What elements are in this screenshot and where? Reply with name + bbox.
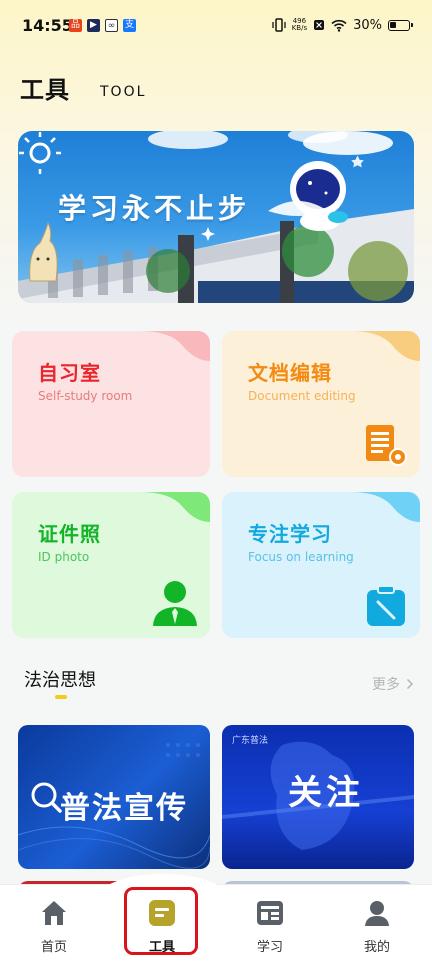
tool-card-subtitle: Self-study room [38, 389, 133, 403]
tool-card-subtitle: Focus on learning [248, 550, 354, 564]
tool-card-title: 文档编辑 [248, 361, 332, 385]
status-time: 14:55 [22, 16, 73, 35]
sim-icon [314, 20, 325, 30]
banner-slogan: 学习永不止步 [58, 192, 251, 225]
tool-card-subtitle: Document editing [248, 389, 356, 403]
tool-card-document-editing[interactable]: 文档编辑 Document editing [222, 331, 420, 477]
wifi-icon [331, 19, 347, 32]
card-corner-decoration [140, 492, 210, 522]
nav-home[interactable]: 首页 [14, 898, 94, 958]
tool-card-title: 自习室 [38, 361, 101, 385]
banner[interactable]: 学习永不止步 [18, 131, 414, 303]
notification-app-icon: 品 [69, 19, 82, 32]
id-photo-icon [153, 581, 197, 626]
nav-label: 首页 [40, 940, 67, 955]
page-subtitle: TOOL [100, 84, 147, 100]
news-card-title: 关注 [288, 773, 364, 813]
section-indicator [55, 695, 67, 699]
vibrate-icon [272, 18, 286, 32]
more-label: 更多 [372, 677, 400, 693]
page-title: 工具 [20, 76, 70, 104]
chevron-right-icon [406, 678, 414, 690]
study-icon [257, 901, 283, 925]
tool-card-id-photo[interactable]: 证件照 ID photo [12, 492, 210, 638]
nav-study[interactable]: 学习 [230, 898, 310, 958]
battery-percent: 30% [353, 17, 382, 33]
card-corner-decoration [350, 331, 420, 361]
clipboard-icon [367, 585, 405, 626]
news-card[interactable]: 广东普法 关注 [222, 725, 414, 869]
news-card-tag: 广东普法 [232, 736, 269, 746]
nav-label: 我的 [363, 940, 390, 955]
home-icon [42, 901, 66, 925]
tool-card-focus-learning[interactable]: 专注学习 Focus on learning [222, 492, 420, 638]
document-gear-icon [366, 425, 407, 466]
link-app-icon: ∞ [105, 19, 118, 32]
net-speed: 496 KB/s [291, 17, 308, 32]
card-corner-decoration [350, 492, 420, 522]
alipay-icon: 支 [123, 19, 136, 32]
highlight-annotation [124, 887, 198, 955]
card-corner-decoration [140, 331, 210, 361]
status-right: 496 KB/s 30% [272, 17, 413, 33]
nav-label: 学习 [256, 940, 283, 955]
nav-profile[interactable]: 我的 [337, 898, 417, 958]
news-card[interactable]: 普法宣传 [18, 725, 210, 869]
profile-icon [365, 901, 389, 926]
tool-card-subtitle: ID photo [38, 550, 90, 564]
news-card-title: 普法宣传 [60, 791, 188, 826]
video-app-icon: ▶ [87, 19, 100, 32]
section-title: 法治思想 [24, 670, 96, 691]
tool-card-title: 证件照 [38, 522, 101, 546]
tool-card-title: 专注学习 [248, 522, 332, 546]
battery-icon [388, 19, 413, 31]
status-bar: 14:55 品 ▶ ∞ 支 496 KB/s 30% [0, 0, 432, 52]
tool-card-self-study[interactable]: 自习室 Self-study room [12, 331, 210, 477]
more-link[interactable]: 更多 [372, 674, 414, 694]
